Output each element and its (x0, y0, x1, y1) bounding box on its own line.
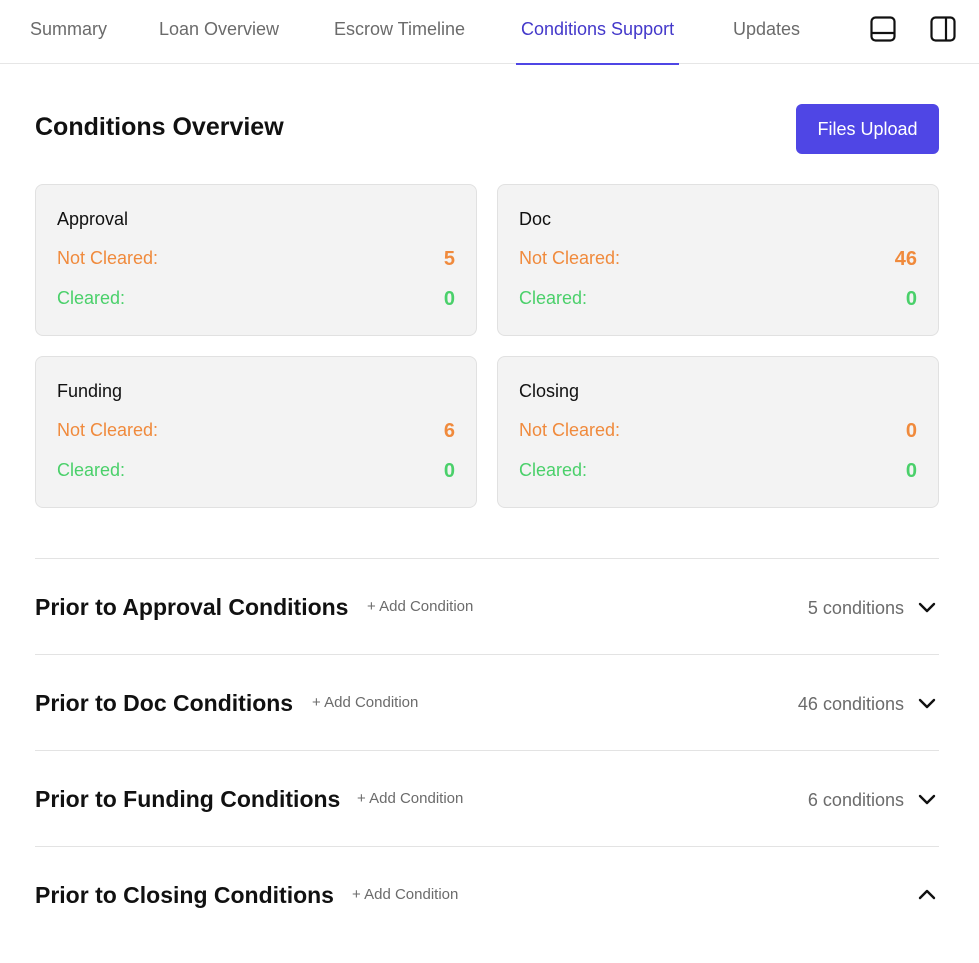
cleared-count: 0 (905, 460, 917, 482)
summary-card-funding: Funding Not Cleared: 6 Cleared: 0 (35, 356, 477, 508)
top-tab-bar: Summary Loan Overview Escrow Timeline Co… (0, 0, 979, 65)
condition-count: 6 conditions (807, 790, 904, 810)
summary-card-approval: Approval Not Cleared: 5 Cleared: 0 (35, 184, 477, 336)
condition-count: 46 conditions (797, 694, 904, 714)
add-condition-button[interactable]: + Add Condition (352, 886, 458, 903)
section-title: Prior to Closing Conditions (35, 882, 334, 908)
not-cleared-row: Not Cleared: 5 (57, 248, 455, 272)
card-title: Closing (519, 381, 580, 401)
tab-loan-overview[interactable]: Loan Overview (159, 0, 279, 64)
tab-escrow-timeline[interactable]: Escrow Timeline (334, 0, 465, 64)
not-cleared-count: 46 (894, 248, 917, 270)
not-cleared-row: Not Cleared: 0 (519, 420, 917, 444)
chevron-up-icon[interactable] (917, 885, 937, 905)
not-cleared-row: Not Cleared: 6 (57, 420, 455, 444)
cleared-row: Cleared: 0 (519, 460, 917, 484)
cleared-row: Cleared: 0 (57, 460, 455, 484)
chevron-down-icon[interactable] (917, 693, 937, 713)
not-cleared-count: 6 (443, 420, 455, 442)
cleared-row: Cleared: 0 (57, 288, 455, 312)
not-cleared-count: 0 (905, 420, 917, 442)
section-prior-to-approval[interactable]: Prior to Approval Conditions + Add Condi… (35, 558, 939, 654)
not-cleared-label: Not Cleared: (519, 420, 621, 440)
condition-count: 5 conditions (807, 598, 904, 618)
section-prior-to-closing[interactable]: Prior to Closing Conditions + Add Condit… (35, 846, 939, 942)
section-prior-to-funding[interactable]: Prior to Funding Conditions + Add Condit… (35, 750, 939, 846)
panel-right-icon[interactable] (930, 16, 956, 42)
card-title: Doc (519, 209, 552, 229)
add-condition-button[interactable]: + Add Condition (357, 790, 463, 807)
summary-card-closing: Closing Not Cleared: 0 Cleared: 0 (497, 356, 939, 508)
cleared-label: Cleared: (57, 288, 126, 308)
cleared-label: Cleared: (519, 288, 588, 308)
not-cleared-label: Not Cleared: (57, 420, 159, 440)
tab-conditions-support[interactable]: Conditions Support (515, 0, 680, 65)
summary-card-doc: Doc Not Cleared: 46 Cleared: 0 (497, 184, 939, 336)
chevron-down-icon[interactable] (917, 597, 937, 617)
chevron-down-icon[interactable] (917, 789, 937, 809)
card-title: Approval (57, 209, 129, 229)
cleared-count: 0 (443, 288, 455, 310)
add-condition-button[interactable]: + Add Condition (367, 598, 473, 615)
files-upload-button[interactable]: Files Upload (796, 104, 939, 154)
panel-bottom-icon[interactable] (870, 16, 896, 42)
cleared-row: Cleared: 0 (519, 288, 917, 312)
cleared-count: 0 (443, 460, 455, 482)
not-cleared-count: 5 (443, 248, 455, 270)
card-title: Funding (57, 381, 123, 401)
cleared-label: Cleared: (57, 460, 126, 480)
not-cleared-label: Not Cleared: (519, 248, 621, 268)
add-condition-button[interactable]: + Add Condition (312, 694, 418, 711)
cleared-label: Cleared: (519, 460, 588, 480)
not-cleared-label: Not Cleared: (57, 248, 159, 268)
section-prior-to-doc[interactable]: Prior to Doc Conditions + Add Condition … (35, 654, 939, 750)
tab-summary[interactable]: Summary (30, 0, 107, 64)
section-title: Prior to Approval Conditions (35, 594, 349, 620)
not-cleared-row: Not Cleared: 46 (519, 248, 917, 272)
section-title: Prior to Doc Conditions (35, 690, 294, 716)
tab-updates[interactable]: Updates (733, 0, 800, 64)
page-title: Conditions Overview (35, 113, 284, 141)
cleared-count: 0 (905, 288, 917, 310)
section-title: Prior to Funding Conditions (35, 786, 341, 812)
